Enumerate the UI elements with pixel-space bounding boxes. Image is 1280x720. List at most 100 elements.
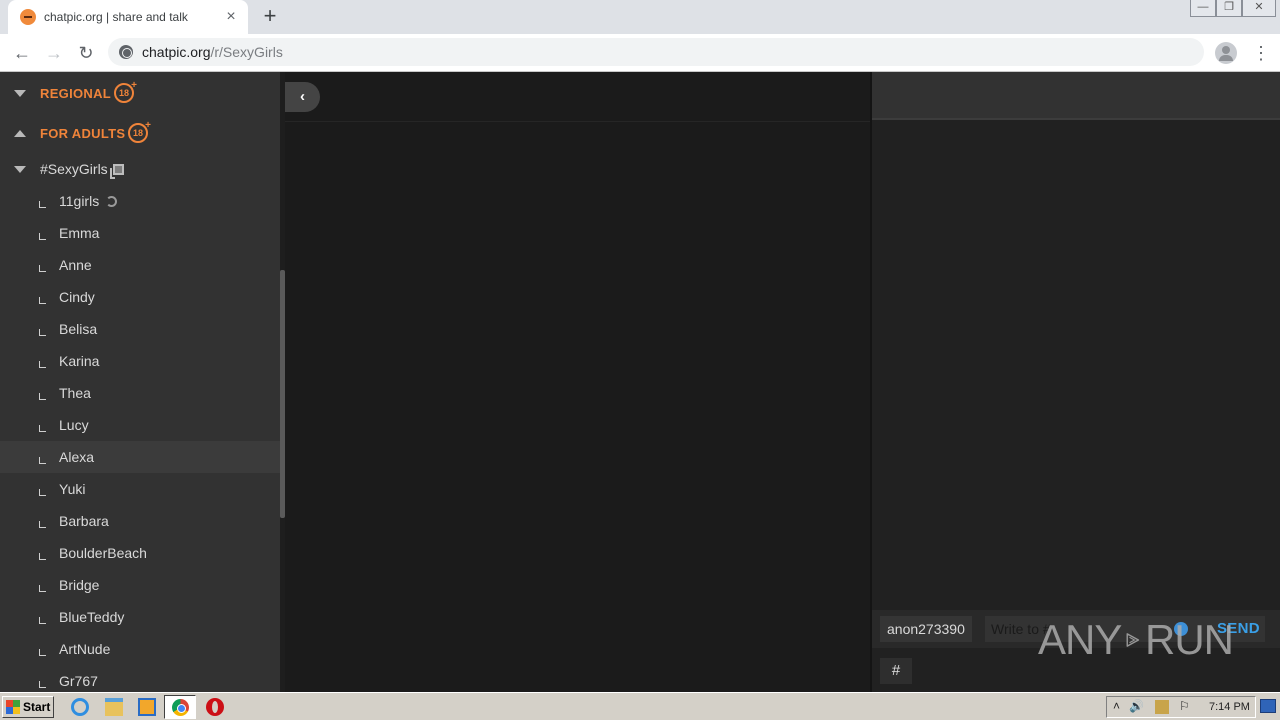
subchannel-label: Yuki <box>59 481 86 497</box>
subchannel-item[interactable]: Barbara <box>0 505 280 537</box>
subchannel-item[interactable]: Cindy <box>0 281 280 313</box>
browser-menu-icon[interactable]: ⋮ <box>1252 42 1270 64</box>
window-close-button[interactable]: ✕ <box>1242 0 1276 17</box>
tree-branch-icon <box>39 488 46 496</box>
tree-branch-icon <box>39 392 46 400</box>
tree-branch-icon <box>39 360 46 368</box>
subchannel-item[interactable]: Bridge <box>0 569 280 601</box>
internet-explorer-icon[interactable] <box>71 698 89 716</box>
main-content-area: ‹ <box>285 72 870 692</box>
subchannel-label: Thea <box>59 385 91 401</box>
chat-composer: anon273390 SEND <box>872 610 1280 648</box>
profile-avatar-icon[interactable] <box>1215 42 1237 64</box>
chrome-icon <box>172 699 189 716</box>
reload-button[interactable]: ↻ <box>74 41 98 65</box>
collapse-triangle-icon[interactable] <box>14 129 26 137</box>
channel-sexygirls[interactable]: #SexyGirls <box>0 153 280 185</box>
subchannel-label: Alexa <box>59 449 95 465</box>
gallery-icon[interactable] <box>110 163 124 179</box>
subchannel-label: Anne <box>59 257 92 273</box>
restore-button[interactable]: ❐ <box>1216 0 1242 17</box>
back-button[interactable]: ← <box>10 41 34 65</box>
subchannel-label: ArtNude <box>59 641 111 657</box>
file-explorer-icon[interactable] <box>105 698 123 716</box>
subchannel-item[interactable]: BoulderBeach <box>0 537 280 569</box>
subchannel-label: BoulderBeach <box>59 545 147 561</box>
main-header: ‹ <box>285 72 870 122</box>
minimize-button[interactable]: — <box>1190 0 1216 17</box>
subchannel-item-highlighted[interactable]: Alexa <box>0 441 280 473</box>
tab-title: chatpic.org | share and talk <box>44 10 188 24</box>
url-text: chatpic.org/r/SexyGirls <box>142 44 283 60</box>
category-label: FOR ADULTS <box>40 125 126 141</box>
subchannel-item[interactable]: Thea <box>0 377 280 409</box>
tab-close-icon[interactable]: × <box>222 8 240 26</box>
send-button[interactable]: SEND <box>1217 616 1260 642</box>
tree-branch-icon <box>39 520 46 528</box>
tree-branch-icon <box>39 616 46 624</box>
subchannel-label: Emma <box>59 225 100 241</box>
opera-icon[interactable] <box>206 698 224 716</box>
os-taskbar: Start ˄ 🔊 ⚐ 7:14 PM <box>0 692 1280 720</box>
collapse-sidebar-button[interactable]: ‹ <box>285 82 320 112</box>
tree-branch-icon <box>39 456 46 464</box>
category-label: REGIONAL <box>40 85 112 101</box>
tree-branch-icon <box>39 648 46 656</box>
subchannel-item[interactable]: Karina <box>0 345 280 377</box>
subchannel-label: Bridge <box>59 577 100 593</box>
loading-spinner-icon <box>106 195 117 207</box>
adult-18-badge-icon: 18 <box>128 118 151 143</box>
tree-branch-icon <box>39 680 46 688</box>
tree-branch-icon <box>39 296 46 304</box>
subchannel-item[interactable]: Yuki <box>0 473 280 505</box>
username-chip[interactable]: anon273390 <box>880 616 972 642</box>
network-warning-icon[interactable] <box>1155 700 1169 714</box>
browser-toolbar: ← → ↻ chatpic.org/r/SexyGirls ⋮ <box>0 34 1280 72</box>
clock[interactable]: 7:14 PM <box>1209 701 1250 713</box>
subchannel-item[interactable]: 11girls <box>0 185 280 217</box>
window-controls: — ❐ ✕ <box>1190 0 1276 17</box>
forward-button[interactable]: → <box>42 41 66 65</box>
subchannel-item[interactable]: Emma <box>0 217 280 249</box>
subchannel-label: Cindy <box>59 289 95 305</box>
show-desktop-icon[interactable] <box>1260 699 1276 713</box>
emoji-icon[interactable] <box>1174 622 1188 636</box>
subchannel-item[interactable]: Belisa <box>0 313 280 345</box>
expand-triangle-icon[interactable] <box>14 165 26 173</box>
subchannel-item[interactable]: Lucy <box>0 409 280 441</box>
chat-panel: anon273390 SEND # <box>870 72 1280 692</box>
tree-branch-icon <box>39 424 46 432</box>
media-player-icon[interactable] <box>138 698 156 716</box>
address-bar[interactable]: chatpic.org/r/SexyGirls <box>108 38 1204 66</box>
subchannel-item[interactable]: BlueTeddy <box>0 601 280 633</box>
start-label: Start <box>23 700 51 714</box>
channel-sidebar: REGIONAL 18 FOR ADULTS 18 #SexyGirls 11g… <box>0 72 285 692</box>
url-host: chatpic.org <box>142 44 211 60</box>
tree-branch-icon <box>39 552 46 560</box>
start-button[interactable]: Start <box>2 696 54 718</box>
browser-tabstrip: chatpic.org | share and talk × + — ❐ ✕ <box>0 0 1280 34</box>
action-center-flag-icon[interactable]: ⚐ <box>1179 699 1190 713</box>
tree-branch-icon <box>39 200 46 208</box>
url-path: /r/SexyGirls <box>210 44 283 60</box>
new-tab-button[interactable]: + <box>258 5 282 29</box>
subchannel-item[interactable]: ArtNude <box>0 633 280 665</box>
tree-branch-icon <box>39 264 46 272</box>
category-for-adults[interactable]: FOR ADULTS 18 <box>0 117 280 149</box>
tree-branch-icon <box>39 584 46 592</box>
subchannel-item[interactable]: Anne <box>0 249 280 281</box>
tree-branch-icon <box>39 328 46 336</box>
subchannel-label: Gr767 <box>59 673 98 689</box>
subchannel-label: Barbara <box>59 513 109 529</box>
browser-tab[interactable]: chatpic.org | share and talk × <box>8 0 248 34</box>
volume-icon[interactable]: 🔊 <box>1129 699 1144 713</box>
site-favicon-icon <box>20 9 36 25</box>
category-regional[interactable]: REGIONAL 18 <box>0 77 280 109</box>
expand-triangle-icon[interactable] <box>14 89 26 97</box>
globe-icon <box>119 45 133 59</box>
tray-expand-icon[interactable]: ˄ <box>1113 699 1120 713</box>
subchannel-label: BlueTeddy <box>59 609 125 625</box>
subchannel-item[interactable]: Gr767 <box>0 665 280 692</box>
chrome-taskbar-button[interactable] <box>164 695 196 719</box>
hashtag-button[interactable]: # <box>880 658 912 684</box>
